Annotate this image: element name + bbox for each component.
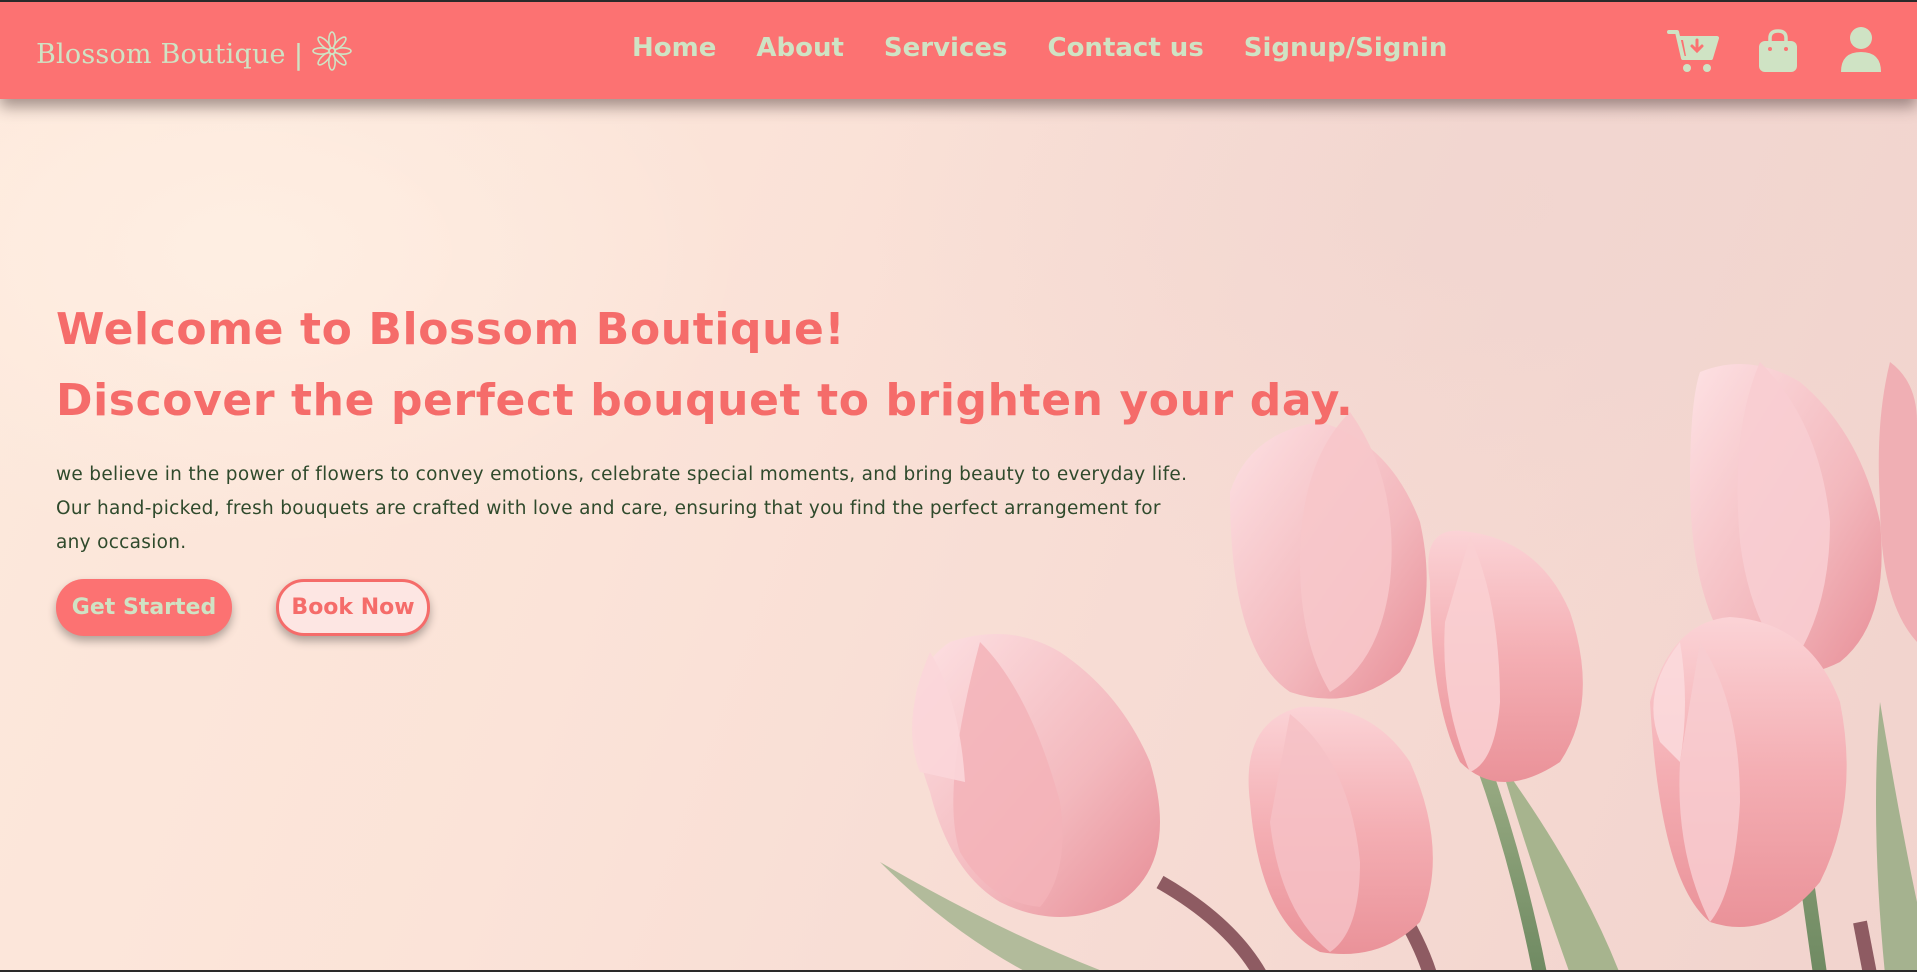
brand-logo[interactable]: Blossom Boutique | bbox=[36, 30, 353, 79]
navbar: Blossom Boutique | Home About Services C… bbox=[0, 2, 1917, 99]
nav-icons bbox=[1657, 26, 1917, 76]
brand-separator: | bbox=[293, 38, 304, 71]
get-started-button[interactable]: Get Started bbox=[56, 579, 232, 636]
hero-title: Welcome to Blossom Boutique! Discover th… bbox=[56, 294, 1353, 436]
hero-description-line-1: we believe in the power of flowers to co… bbox=[56, 464, 1188, 485]
nav-services[interactable]: Services bbox=[884, 33, 1008, 63]
hero-title-line-2: Discover the perfect bouquet to brighten… bbox=[56, 375, 1354, 426]
user-icon[interactable] bbox=[1839, 26, 1883, 74]
brand-name: Blossom Boutique bbox=[36, 39, 286, 70]
book-now-button[interactable]: Book Now bbox=[276, 579, 430, 636]
nav-contact-us[interactable]: Contact us bbox=[1047, 33, 1203, 63]
nav-signup-signin[interactable]: Signup/Signin bbox=[1244, 33, 1448, 63]
hero-title-line-1: Welcome to Blossom Boutique! bbox=[56, 304, 846, 355]
nav-home[interactable]: Home bbox=[632, 33, 716, 63]
cart-icon[interactable] bbox=[1667, 28, 1719, 74]
hero-description-line-3: any occasion. bbox=[56, 532, 187, 553]
hero-description-line-2: Our hand-picked, fresh bouquets are craf… bbox=[56, 498, 1161, 519]
page: Blossom Boutique | Home About Services C… bbox=[0, 0, 1917, 972]
shopping-bag-icon[interactable] bbox=[1757, 28, 1799, 74]
nav-about[interactable]: About bbox=[756, 33, 844, 63]
hero-description: we believe in the power of flowers to co… bbox=[56, 458, 1266, 560]
flower-icon bbox=[311, 30, 353, 79]
main-nav: Home About Services Contact us Signup/Si… bbox=[632, 33, 1487, 63]
